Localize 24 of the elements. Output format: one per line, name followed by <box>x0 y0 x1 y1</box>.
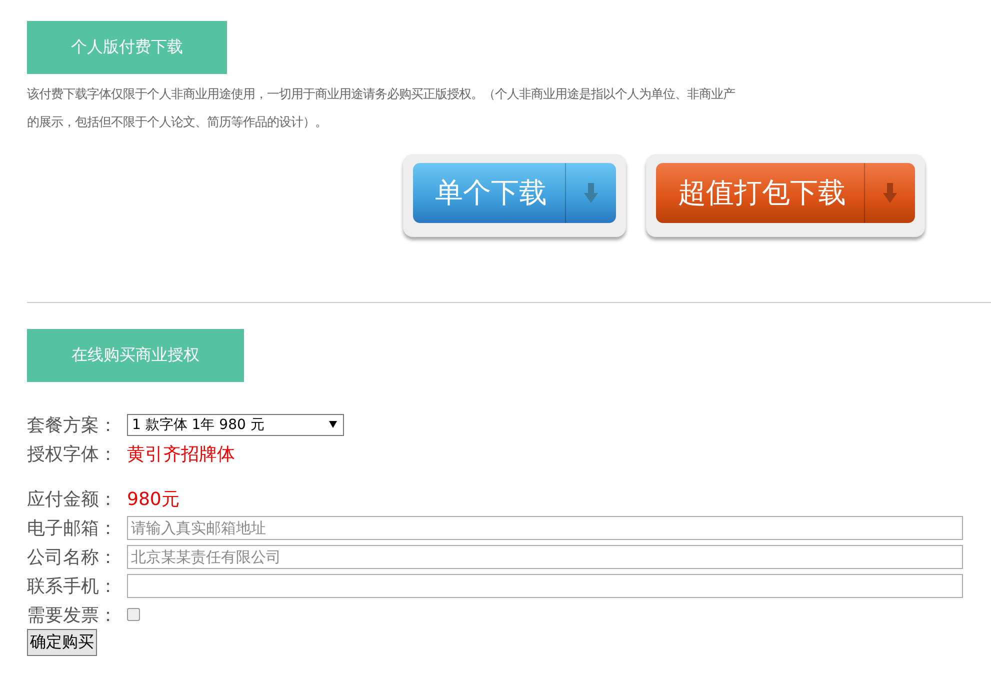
field-label: 联系手机： <box>27 574 118 598</box>
section-heading-button[interactable]: 个人版付费下载 <box>27 21 227 74</box>
field-label: 应付金额： <box>27 488 118 510</box>
invoice-checkbox[interactable] <box>127 608 140 621</box>
field-label: 电子邮箱： <box>27 516 118 540</box>
section-heading-button[interactable]: 在线购买商业授权 <box>27 329 244 382</box>
field-label: 公司名称： <box>27 546 118 568</box>
plan-dropdown[interactable]: 1 款字体 1年 980 元 <box>127 414 344 436</box>
input-field[interactable]: 北京某某责任有限公司 <box>127 544 963 568</box>
notice-text: 的展示，包括但不限于个人论文、简历等作品的设计）。 <box>27 113 327 131</box>
field-value: 黄引齐招牌体 <box>127 442 235 466</box>
field-label: 套餐方案： <box>27 414 118 436</box>
notice-text: 该付费下载字体仅限于个人非商业用途使用，一切用于商业用途请务必购买正版授权。（个人非商业用途是指以个人为单位、非商业产 <box>27 85 735 103</box>
field-label: 需要发票： <box>27 604 118 626</box>
input-field[interactable]: 请输入真实邮箱地址 <box>127 516 963 540</box>
purchase-button[interactable]: 确定购买 <box>27 629 97 656</box>
field-label: 授权字体： <box>27 442 118 466</box>
download-button[interactable]: 超值打包下载 <box>656 163 915 223</box>
down-arrow-icon <box>883 183 897 203</box>
field-value: 980元 <box>127 488 180 510</box>
down-arrow-icon <box>584 183 598 203</box>
download-button[interactable]: 单个下载 <box>413 163 616 223</box>
caret-icon <box>329 421 337 428</box>
input-field[interactable] <box>127 574 963 598</box>
